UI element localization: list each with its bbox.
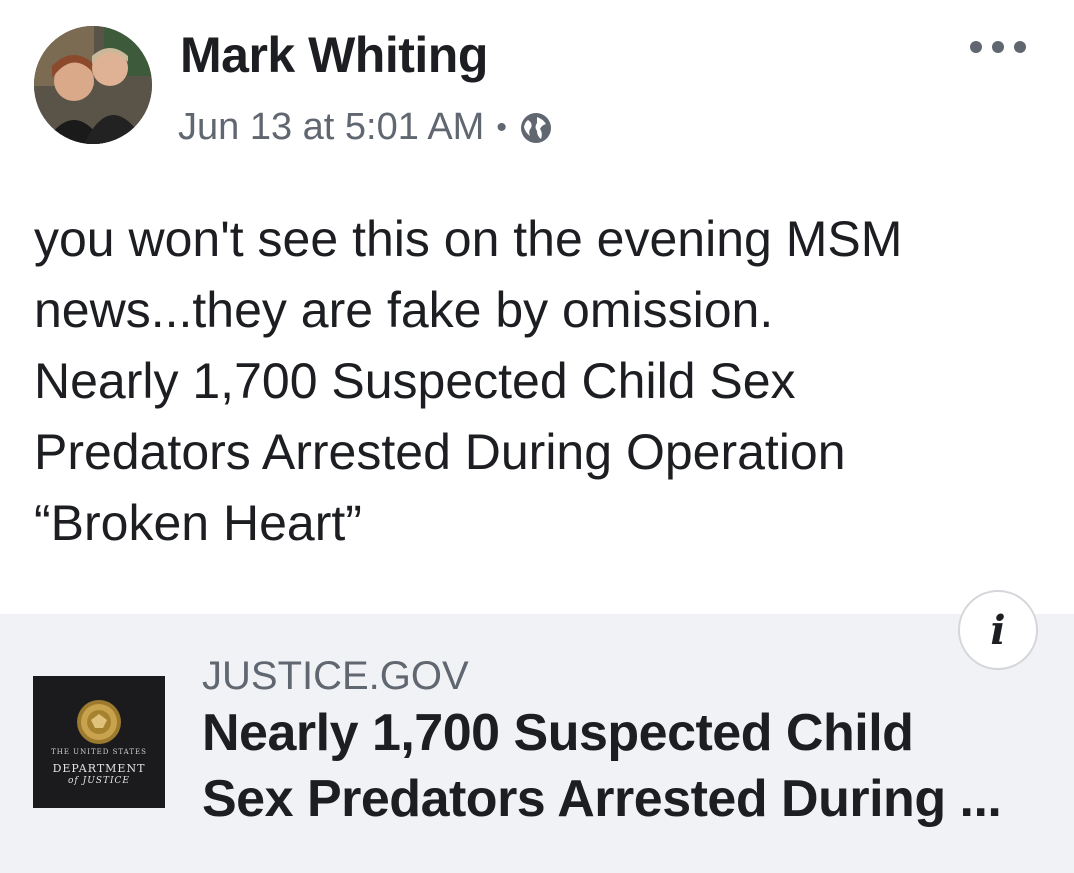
post-text-line: “Broken Heart”: [34, 495, 362, 551]
author-name[interactable]: Mark Whiting: [180, 26, 488, 84]
post-meta: Jun 13 at 5:01 AM •: [178, 106, 553, 149]
facebook-post: Mark Whiting Jun 13 at 5:01 AM • you won…: [0, 0, 1074, 873]
link-headline-line: Sex Predators Arrested During ...: [202, 770, 1002, 828]
avatar[interactable]: [34, 26, 152, 144]
more-options-icon[interactable]: [970, 36, 1026, 58]
globe-icon: [519, 111, 553, 145]
meta-separator: •: [496, 110, 507, 144]
link-headline[interactable]: Nearly 1,700 Suspected Child Sex Predato…: [202, 700, 1052, 832]
doj-logo-line3: of JUSTICE: [68, 776, 130, 786]
doj-logo-thumbnail[interactable]: [33, 676, 165, 808]
link-domain: JUSTICE.GOV: [202, 654, 469, 698]
more-dot: [1014, 41, 1026, 53]
post-text-line: news...they are fake by omission.: [34, 282, 774, 338]
more-dot: [970, 41, 982, 53]
post-text: you won't see this on the evening MSM ne…: [34, 204, 1044, 559]
doj-logo-line1: THE UNITED STATES: [51, 748, 147, 756]
post-timestamp[interactable]: Jun 13 at 5:01 AM: [178, 106, 484, 149]
post-text-line: Nearly 1,700 Suspected Child Sex: [34, 353, 796, 409]
doj-logo-line2: DEPARTMENT: [52, 762, 146, 775]
post-text-line: Predators Arrested During Operation: [34, 424, 846, 480]
post-text-line: you won't see this on the evening MSM: [34, 211, 903, 267]
info-icon[interactable]: i: [958, 590, 1038, 670]
more-dot: [992, 41, 1004, 53]
avatar-photo: [34, 26, 152, 144]
link-headline-line: Nearly 1,700 Suspected Child: [202, 704, 914, 762]
